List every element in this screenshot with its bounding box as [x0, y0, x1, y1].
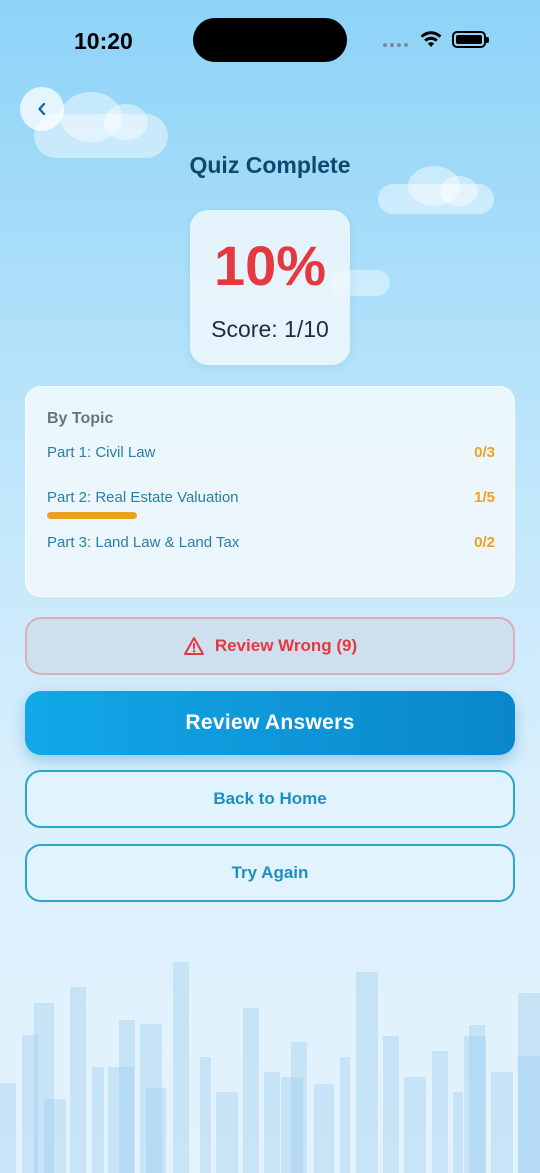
review-wrong-button[interactable]: Review Wrong (9) [25, 617, 515, 675]
score-fraction: Score: 1/10 [211, 316, 329, 342]
topic-heading: By Topic [47, 410, 114, 427]
score-card: 10% Score: 1/10 [190, 210, 350, 365]
back-button[interactable] [20, 87, 64, 131]
city-skyline-decoration [0, 953, 540, 1173]
topic-row: Part 2: Real Estate Valuation 1/5 [47, 489, 495, 506]
topic-row: Part 3: Land Law & Land Tax 0/2 [47, 534, 495, 551]
topic-label: Part 2: Real Estate Valuation [47, 489, 239, 506]
topic-label: Part 1: Civil Law [47, 444, 156, 461]
review-wrong-label: Review Wrong (9) [214, 636, 358, 655]
try-again-button[interactable]: Try Again [25, 844, 515, 902]
dynamic-island [193, 18, 347, 62]
warning-triangle-icon [183, 637, 204, 655]
cloud-decoration [378, 166, 494, 214]
page-title: Quiz Complete [189, 152, 351, 178]
topic-score: 1/5 [474, 489, 495, 506]
review-answers-button[interactable]: Review Answers [25, 691, 515, 755]
topic-label: Part 3: Land Law & Land Tax [47, 534, 240, 551]
topic-progress-bar [47, 512, 137, 519]
topic-score: 0/3 [474, 444, 495, 461]
back-to-home-button[interactable]: Back to Home [25, 770, 515, 828]
status-bar: 10:20 [0, 0, 540, 80]
battery-icon [452, 31, 489, 48]
topic-score: 0/2 [474, 534, 495, 551]
status-time: 10:20 [74, 28, 133, 54]
chevron-left-icon [38, 102, 46, 116]
topic-breakdown-card: By Topic Part 1: Civil Law 0/3 Part 2: R… [25, 386, 515, 597]
wifi-icon [420, 31, 442, 47]
cellular-signal-icon [383, 43, 408, 47]
score-percent: 10% [213, 234, 327, 297]
topic-row: Part 1: Civil Law 0/3 [47, 444, 495, 461]
